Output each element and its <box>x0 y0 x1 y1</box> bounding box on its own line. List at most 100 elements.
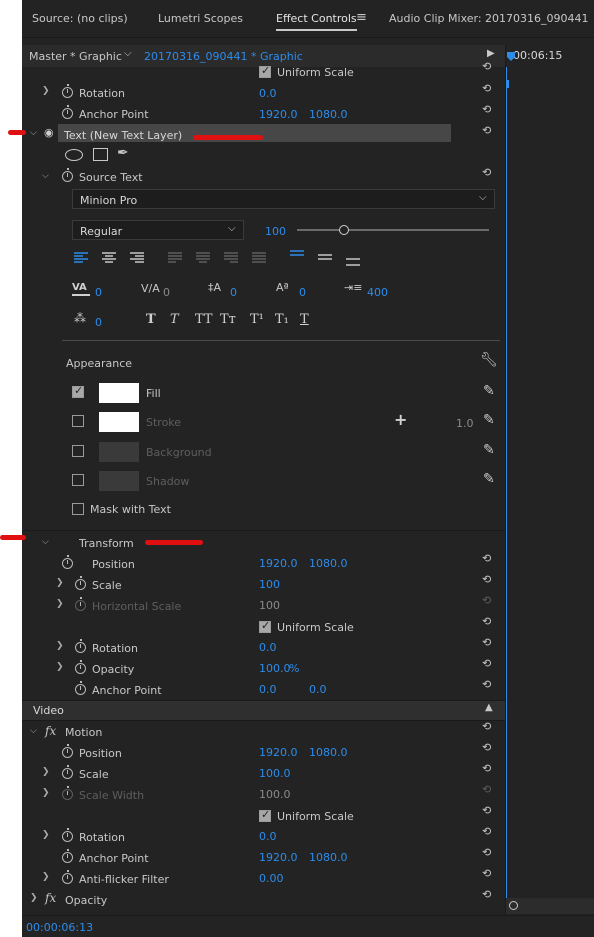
align-center-icon[interactable] <box>102 252 116 264</box>
chevron-down-icon[interactable]: ⌵ <box>124 48 132 59</box>
stroke-width-value[interactable]: 1.0 <box>456 417 474 430</box>
motion-position-y[interactable]: 1080.0 <box>309 746 348 759</box>
stroke-color-swatch[interactable] <box>99 412 139 432</box>
motion-anchor-y[interactable]: 1080.0 <box>309 851 348 864</box>
fx-icon[interactable]: fx <box>45 891 56 905</box>
collapse-chevron-icon[interactable]: ⌵ <box>42 171 49 181</box>
collapse-chevron-icon[interactable]: ⌵ <box>42 537 49 547</box>
justify-center-icon[interactable] <box>196 252 210 264</box>
reset-icon[interactable]: ⟲ <box>482 82 491 95</box>
small-caps-button[interactable]: Tт <box>220 312 236 327</box>
sequence-clip-label[interactable]: 20170316_090441 * Graphic <box>144 50 303 63</box>
kerning-value[interactable]: 0 <box>95 286 102 299</box>
motion-position-x[interactable]: 1920.0 <box>259 746 298 759</box>
stopwatch-icon[interactable] <box>62 105 73 119</box>
align-middle-icon[interactable] <box>318 254 332 266</box>
expand-chevron-icon[interactable]: ❯ <box>42 767 50 777</box>
align-left-icon[interactable] <box>74 252 88 264</box>
expand-chevron-icon[interactable]: ❯ <box>42 86 50 96</box>
stroke-checkbox[interactable] <box>72 415 84 427</box>
rectangle-mask-icon[interactable] <box>93 148 108 161</box>
collapse-chevron-icon[interactable]: ⌵ <box>30 726 37 736</box>
transform-scale-value[interactable]: 100 <box>259 578 280 591</box>
reset-icon[interactable]: ⟲ <box>482 166 491 179</box>
reset-icon[interactable]: ⟲ <box>482 615 491 628</box>
footer-timecode[interactable]: 00:00:06:13 <box>26 921 93 934</box>
panel-menu-icon[interactable]: ≡ <box>356 10 367 25</box>
eyedropper-icon[interactable]: ✎ <box>483 383 495 399</box>
expand-chevron-icon[interactable]: ❯ <box>56 662 64 672</box>
stopwatch-icon[interactable] <box>62 849 73 863</box>
play-only-icon[interactable]: ▶ <box>487 48 495 59</box>
master-clip-label[interactable]: Master * Graphic <box>29 50 122 63</box>
reset-icon[interactable]: ⟲ <box>482 636 491 649</box>
tab-audio-clip-mixer[interactable]: Audio Clip Mixer: 20170316_090441 <box>389 12 589 25</box>
font-family-dropdown[interactable]: Minion Pro ⌵ <box>72 189 495 209</box>
transform-anchor-y[interactable]: 0.0 <box>309 683 327 696</box>
reset-icon[interactable]: ⟲ <box>482 60 491 73</box>
justify-left-icon[interactable] <box>168 252 182 264</box>
uniform-scale-checkbox-top[interactable] <box>259 64 271 78</box>
mask-with-text-checkbox[interactable] <box>72 503 84 515</box>
collapse-chevron-icon[interactable]: ⌵ <box>30 128 37 138</box>
tab-source[interactable]: Source: (no clips) <box>32 12 128 25</box>
anti-flicker-value[interactable]: 0.00 <box>259 872 284 885</box>
underline-button[interactable]: T <box>300 312 309 327</box>
stopwatch-icon[interactable] <box>62 555 73 569</box>
baseline-shift-value[interactable]: 0 <box>299 286 306 299</box>
playhead-icon[interactable] <box>506 51 516 69</box>
expand-chevron-icon[interactable]: ❯ <box>42 788 50 798</box>
stopwatch-icon[interactable] <box>62 765 73 779</box>
reset-icon[interactable]: ⟲ <box>482 888 491 901</box>
ellipse-mask-icon[interactable] <box>65 149 83 161</box>
eye-visibility-icon[interactable]: ◉ <box>44 126 54 139</box>
stopwatch-icon[interactable] <box>62 744 73 758</box>
reset-icon[interactable]: ⟲ <box>482 762 491 775</box>
expand-chevron-icon[interactable]: ❯ <box>42 830 50 840</box>
eyedropper-icon[interactable]: ✎ <box>483 471 495 487</box>
reset-icon[interactable]: ⟲ <box>482 867 491 880</box>
reset-icon[interactable]: ⟲ <box>482 678 491 691</box>
all-caps-button[interactable]: TT <box>195 312 213 327</box>
font-size-slider-handle[interactable] <box>339 225 349 235</box>
justify-all-icon[interactable] <box>252 252 266 264</box>
align-bottom-icon[interactable] <box>346 258 360 270</box>
tsume-value[interactable]: 0 <box>95 316 102 329</box>
timeline-scrollbar[interactable] <box>506 898 594 914</box>
expand-chevron-icon[interactable]: ❯ <box>56 641 64 651</box>
transform-anchor-x[interactable]: 0.0 <box>259 683 277 696</box>
stopwatch-icon[interactable] <box>62 870 73 884</box>
motion-anchor-x[interactable]: 1920.0 <box>259 851 298 864</box>
reset-icon[interactable]: ⟲ <box>482 552 491 565</box>
expand-chevron-icon[interactable]: ❯ <box>30 893 38 903</box>
shadow-color-swatch[interactable] <box>99 471 139 491</box>
stopwatch-icon[interactable] <box>75 576 86 590</box>
reset-icon[interactable]: ⟲ <box>482 741 491 754</box>
expand-chevron-icon[interactable]: ❯ <box>56 578 64 588</box>
justify-right-icon[interactable] <box>224 252 238 264</box>
mini-timeline[interactable]: 00:06:15 <box>505 45 594 915</box>
reset-icon[interactable]: ⟲ <box>482 573 491 586</box>
anchor-point-x-top[interactable]: 1920.0 <box>259 108 298 121</box>
anchor-point-y-top[interactable]: 1080.0 <box>309 108 348 121</box>
stopwatch-icon[interactable] <box>62 84 73 98</box>
reset-icon[interactable]: ⟲ <box>482 720 491 733</box>
superscript-button[interactable]: T¹ <box>250 312 264 327</box>
subscript-button[interactable]: T₁ <box>275 312 289 327</box>
reset-icon[interactable]: ⟲ <box>482 657 491 670</box>
tab-width-value[interactable]: 400 <box>367 286 388 299</box>
stopwatch-icon[interactable] <box>62 828 73 842</box>
leading-value[interactable]: 0 <box>230 286 237 299</box>
pen-tool-icon[interactable]: ✒ <box>117 145 129 161</box>
tracking-value[interactable]: 0 <box>163 286 170 299</box>
align-top-icon[interactable] <box>290 250 304 262</box>
background-checkbox[interactable] <box>72 445 84 457</box>
stopwatch-icon[interactable] <box>75 639 86 653</box>
motion-uniform-scale-checkbox[interactable] <box>259 808 271 822</box>
expand-chevron-icon[interactable]: ❯ <box>42 872 50 882</box>
tab-lumetri-scopes[interactable]: Lumetri Scopes <box>158 12 243 25</box>
font-style-dropdown[interactable]: Regular ⌵ <box>72 220 244 240</box>
faux-italic-button[interactable]: T <box>170 312 179 327</box>
reset-icon[interactable]: ⟲ <box>482 846 491 859</box>
transform-position-x[interactable]: 1920.0 <box>259 557 298 570</box>
